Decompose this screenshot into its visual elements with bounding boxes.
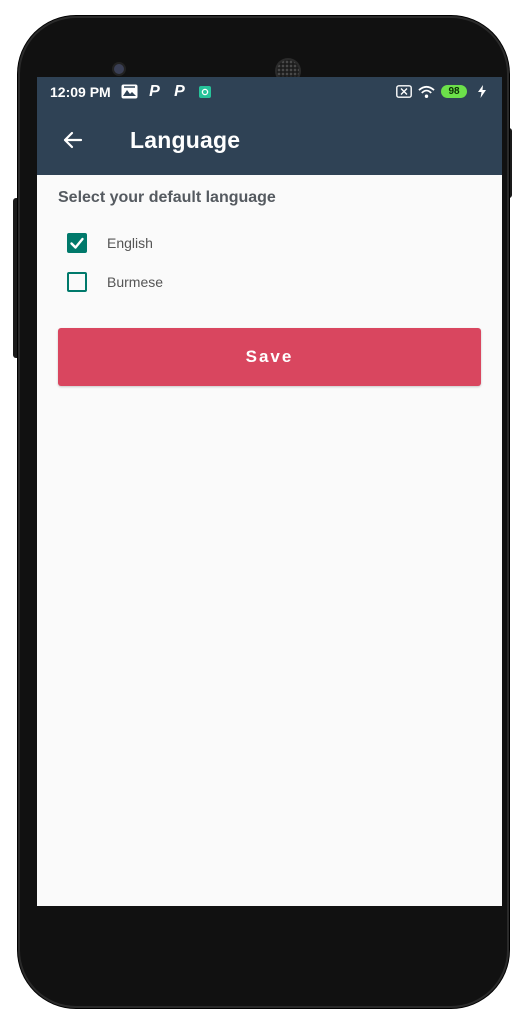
camera-icon xyxy=(114,64,124,74)
status-bar: 12:09 PM P P 98 xyxy=(37,77,502,107)
page-title: Language xyxy=(130,127,241,153)
language-option-burmese[interactable]: Burmese xyxy=(67,272,163,292)
app-bar: Language xyxy=(37,107,502,175)
wifi-icon xyxy=(418,83,435,100)
checkbox-checked[interactable] xyxy=(67,233,87,253)
status-time: 12:09 PM xyxy=(50,84,111,100)
save-button[interactable]: Save xyxy=(58,328,481,386)
notification-icon xyxy=(196,83,213,100)
checkmark-icon xyxy=(70,237,84,249)
status-icons-right: 98 xyxy=(395,83,490,100)
p-app-icon: P xyxy=(174,82,185,100)
section-title: Select your default language xyxy=(58,189,276,206)
option-label: English xyxy=(107,235,153,251)
photos-icon xyxy=(121,83,138,100)
status-icons-left: P P xyxy=(121,83,213,100)
p-app-icon: P xyxy=(149,82,160,100)
language-option-english[interactable]: English xyxy=(67,233,153,253)
checkbox-unchecked[interactable] xyxy=(67,272,87,292)
back-arrow-icon[interactable] xyxy=(61,128,85,152)
charging-icon xyxy=(473,83,490,100)
content-area: Select your default language English Bur… xyxy=(37,175,502,906)
option-label: Burmese xyxy=(107,274,164,290)
app-screen: 12:09 PM P P 98 Language Select your def… xyxy=(37,77,502,906)
no-sim-icon xyxy=(395,83,412,100)
battery-icon: 98 xyxy=(441,85,467,98)
